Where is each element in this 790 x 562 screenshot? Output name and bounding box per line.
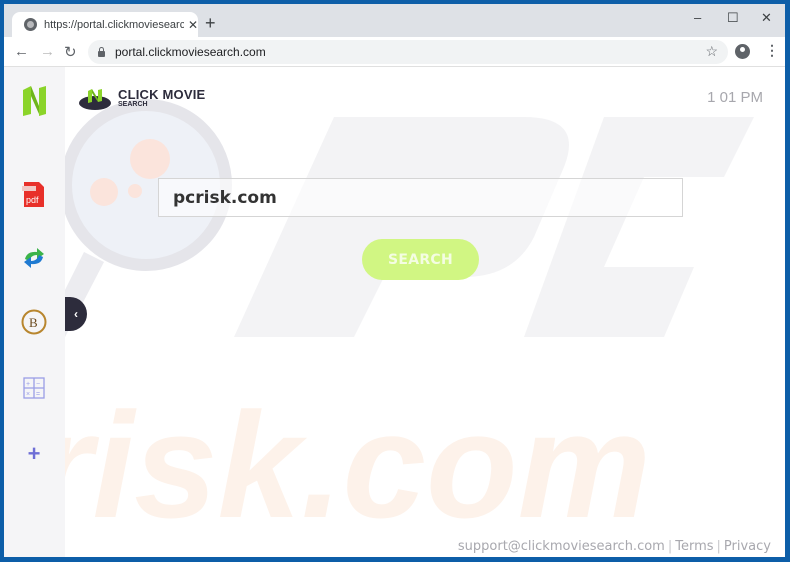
tab-bar: https://portal.clickmoviesearch.com ✕ + …: [4, 4, 785, 37]
minimize-button[interactable]: –: [694, 10, 701, 25]
n-logo-icon: [23, 86, 46, 116]
globe-icon: [24, 18, 37, 31]
browser-window: https://portal.clickmoviesearch.com ✕ + …: [4, 4, 785, 557]
bookmark-star-icon[interactable]: ☆: [705, 43, 718, 60]
footer: support@clickmoviesearch.com | Terms | Priva…: [458, 539, 771, 554]
page-content: risk.com pdf B + − × = + ‹ CLICK MOVIE S…: [4, 67, 785, 557]
maximize-button[interactable]: ☐: [727, 10, 739, 26]
clock: 1 01 PM: [707, 89, 763, 106]
svg-text:pdf: pdf: [26, 195, 39, 205]
search-button[interactable]: SEARCH: [362, 239, 479, 280]
watermark-p: [234, 117, 569, 337]
sidebar: pdf B + − × = +: [4, 67, 65, 557]
svg-text:+: +: [26, 381, 30, 388]
watermark-dot: [128, 184, 142, 198]
watermark-risk: risk.com: [34, 381, 651, 549]
sidebar-item-converter[interactable]: [20, 244, 48, 272]
sidebar-add-button[interactable]: +: [20, 440, 48, 468]
watermark-c: [524, 117, 754, 337]
bitcoin-icon: B: [21, 309, 47, 335]
svg-text:−: −: [36, 381, 40, 388]
lock-icon: [98, 46, 105, 57]
new-tab-button[interactable]: +: [205, 13, 216, 34]
watermark-dot: [90, 178, 118, 206]
back-button[interactable]: ←: [14, 43, 29, 60]
footer-separator: |: [716, 539, 721, 554]
terms-link[interactable]: Terms: [675, 539, 713, 554]
logo-subtitle: SEARCH: [118, 100, 148, 108]
address-bar[interactable]: portal.clickmoviesearch.com ☆: [88, 40, 728, 64]
pcrisk-watermark: risk.com: [34, 99, 754, 549]
tab-title: https://portal.clickmoviesearch.com: [44, 18, 184, 31]
sidebar-item-home[interactable]: [20, 86, 48, 116]
search-input[interactable]: [158, 178, 683, 217]
sidebar-item-pdf[interactable]: pdf: [20, 180, 48, 208]
active-tab[interactable]: https://portal.clickmoviesearch.com ✕: [12, 12, 198, 37]
close-window-button[interactable]: ✕: [761, 10, 772, 26]
svg-text:×: ×: [26, 391, 30, 398]
sidebar-item-calculator[interactable]: + − × =: [20, 374, 48, 402]
svg-text:=: =: [36, 391, 40, 398]
pdf-icon: pdf: [22, 182, 44, 207]
menu-icon[interactable]: ⋮: [765, 42, 779, 59]
support-email-link[interactable]: support@clickmoviesearch.com: [458, 539, 665, 554]
sidebar-collapse-button[interactable]: ‹: [65, 297, 87, 331]
svg-text:B: B: [29, 315, 38, 330]
reload-button[interactable]: ↻: [64, 43, 77, 61]
privacy-link[interactable]: Privacy: [724, 539, 771, 554]
tab-close-icon[interactable]: ✕: [188, 18, 198, 32]
address-text: portal.clickmoviesearch.com: [115, 45, 266, 59]
brand-logo[interactable]: CLICK MOVIE SEARCH: [78, 85, 205, 111]
sidebar-item-bitcoin[interactable]: B: [20, 308, 48, 336]
profile-icon[interactable]: [735, 44, 750, 59]
footer-separator: |: [667, 539, 673, 554]
logo-disc-icon: [79, 89, 111, 110]
calculator-icon: + −× =: [23, 377, 45, 399]
logo-title: CLICK MOVIE: [118, 86, 206, 102]
forward-button[interactable]: →: [40, 43, 55, 60]
watermark-dot: [130, 139, 170, 179]
arrows-sync-icon: [24, 248, 44, 268]
browser-toolbar: ← → ↻ portal.clickmoviesearch.com ☆ ⋮: [4, 37, 785, 67]
